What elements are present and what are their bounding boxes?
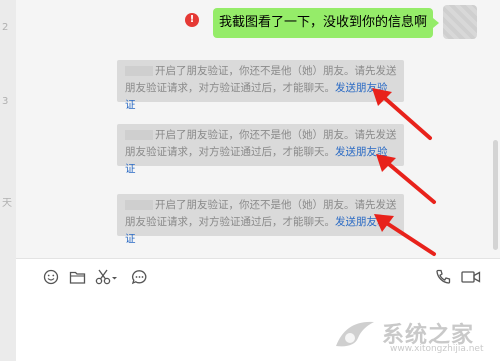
red-arrow-annotation <box>376 154 436 204</box>
send-friend-request-link-tail[interactable]: 证 <box>125 233 136 245</box>
scissors-icon[interactable] <box>95 268 119 286</box>
friend-verification-notice: 开启了朋友验证，你还不是他（她）朋友。请先发送 朋友验证请求，对方验证通过后，才… <box>117 194 404 245</box>
blurred-contact-name <box>125 200 153 210</box>
watermark-url: www.xitongzhijia.net <box>390 344 484 354</box>
send-failed-icon[interactable]: ! <box>185 13 199 27</box>
conversation-list-edge: 2 3 天 <box>0 0 16 361</box>
blurred-contact-name <box>125 130 153 140</box>
list-edge-char: 天 <box>2 198 12 209</box>
list-edge-char: 2 <box>2 22 9 33</box>
emoji-icon[interactable] <box>42 268 60 286</box>
outgoing-message-bubble[interactable]: 我截图看了一下，没收到你的信息啊 <box>213 8 439 38</box>
red-arrow-annotation <box>372 88 432 140</box>
friend-verification-notice: 开启了朋友验证，你还不是他（她）朋友。请先发送 朋友验证请求，对方验证通过后，才… <box>117 60 404 111</box>
video-icon[interactable] <box>461 268 481 286</box>
blurred-contact-name <box>125 66 153 76</box>
chat-scrollbar[interactable] <box>493 140 498 250</box>
folder-icon[interactable] <box>68 268 86 286</box>
send-friend-request-link-tail[interactable]: 证 <box>125 163 136 175</box>
friend-verification-notice: 开启了朋友验证，你还不是他（她）朋友。请先发送 朋友验证请求，对方验证通过后，才… <box>117 124 404 175</box>
site-watermark: 系统之家 www.xitongzhijia.net <box>330 314 500 361</box>
red-arrow-annotation <box>374 214 436 256</box>
chat-history-icon[interactable] <box>130 268 148 286</box>
user-avatar[interactable] <box>443 5 477 39</box>
send-friend-request-link-tail[interactable]: 证 <box>125 99 136 111</box>
list-edge-char: 3 <box>2 96 9 107</box>
watermark-logo-icon <box>336 321 374 347</box>
phone-icon[interactable] <box>434 268 452 286</box>
outgoing-message-text: 我截图看了一下，没收到你的信息啊 <box>218 15 427 30</box>
